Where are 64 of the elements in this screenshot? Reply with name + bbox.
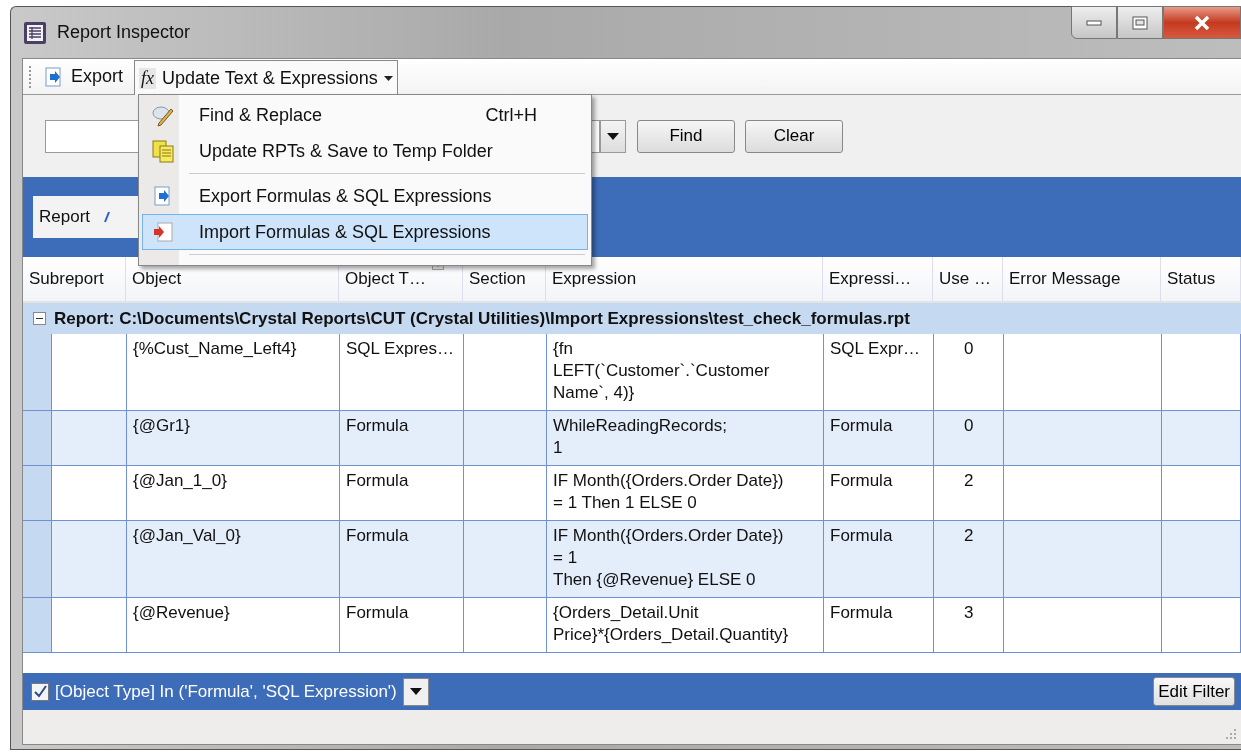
table-cell: WhileReadingRecords; 1	[547, 411, 824, 465]
export-button[interactable]: Export	[38, 62, 129, 91]
resize-grip-icon	[1225, 728, 1237, 740]
table-cell: 0	[934, 411, 1004, 465]
toolbar-grip-icon	[29, 63, 32, 90]
function-icon: fx	[139, 67, 157, 89]
table-cell: Formula	[824, 598, 934, 652]
dropdown-button[interactable]	[402, 677, 429, 706]
group-row[interactable]: Report: C:\Documents\Crystal Reports\CUT (Crystal Utilities)\Import Expressions\test_check_formulas.rpt	[23, 303, 1241, 334]
table-cell: {@Jan_Val_0}	[127, 521, 340, 597]
menu-item[interactable]: Find & Replace Ctrl+H	[142, 97, 588, 133]
table-cell: Formula	[340, 598, 464, 652]
caret-icon	[607, 132, 619, 140]
minimize-button[interactable]	[1071, 6, 1117, 39]
table-cell: Formula	[824, 521, 934, 597]
window-title: Report Inspector	[57, 22, 191, 43]
column-header[interactable]: Error Message	[1003, 257, 1161, 301]
table-cell: IF Month({Orders.Order Date}) = 1 Then {@Revenue} ELSE 0	[547, 521, 824, 597]
menu-item[interactable]: Import Formulas & SQL Expressions	[142, 214, 588, 250]
sort-icon	[104, 211, 111, 223]
table-cell: Formula	[340, 466, 464, 520]
menu-item[interactable]: Export Formulas & SQL Expressions	[142, 178, 588, 214]
close-button[interactable]	[1163, 6, 1241, 39]
column-header[interactable]: Use …	[933, 257, 1003, 301]
table-cell: SQL Expres…	[340, 334, 464, 410]
table-cell: 2	[934, 466, 1004, 520]
table-cell: SQL Expr…	[824, 334, 934, 410]
column-header[interactable]: Status	[1161, 257, 1241, 301]
group-label: Report: C:\Documents\Crystal Reports\CUT (Crystal Utilities)\Import Expressions\test_check_formulas.rpt	[54, 308, 910, 329]
table-cell: {@Revenue}	[127, 598, 340, 652]
update-menu-button[interactable]: fx Update Text & Expressions	[134, 60, 398, 95]
import-icon	[152, 221, 174, 243]
menu-item[interactable]: Update RPTs & Save to Temp Folder	[142, 133, 588, 169]
column-header[interactable]: Expressi…	[823, 257, 933, 301]
table-cell: Formula	[824, 466, 934, 520]
clear-button[interactable]: Clear	[745, 119, 843, 153]
filter-checkbox[interactable]	[31, 682, 49, 701]
dropdown-button[interactable]	[600, 119, 626, 153]
maximize-button[interactable]	[1117, 6, 1163, 39]
table-cell: IF Month({Orders.Order Date}) = 1 Then 1 ELSE 0	[547, 466, 824, 520]
close-icon	[1193, 14, 1211, 31]
table-cell: Formula	[340, 521, 464, 597]
caret-icon	[409, 688, 422, 695]
table-cell: {%Cust_Name_Left4}	[127, 334, 340, 410]
table-cell: 2	[934, 521, 1004, 597]
caret-icon	[383, 75, 393, 81]
pencil-icon	[151, 103, 175, 127]
documents-icon	[151, 139, 175, 163]
find-button[interactable]: Find	[637, 119, 735, 153]
table-cell: Formula	[340, 411, 464, 465]
table-cell: 0	[934, 334, 1004, 410]
restore-icon	[1132, 15, 1148, 30]
group-by-chip[interactable]: Report	[33, 196, 141, 238]
table-cell: {@Jan_1_0}	[127, 466, 340, 520]
filter-text: [Object Type] In ('Formula', 'SQL Expression')	[55, 681, 397, 702]
table-cell: {fn LEFT(`Customer`.`Customer Name`, 4)}	[547, 334, 824, 410]
table-cell: Formula	[824, 411, 934, 465]
table-icon	[23, 20, 47, 45]
edit-filter-button[interactable]: Edit Filter	[1153, 677, 1235, 706]
minimize-icon	[1086, 19, 1102, 26]
column-header[interactable]: Subreport	[23, 257, 126, 301]
table-cell: {@Gr1}	[127, 411, 340, 465]
table-cell: 3	[934, 598, 1004, 652]
table-cell: {Orders_Detail.Unit Price}*{Orders_Detail.Quantity}	[547, 598, 824, 652]
